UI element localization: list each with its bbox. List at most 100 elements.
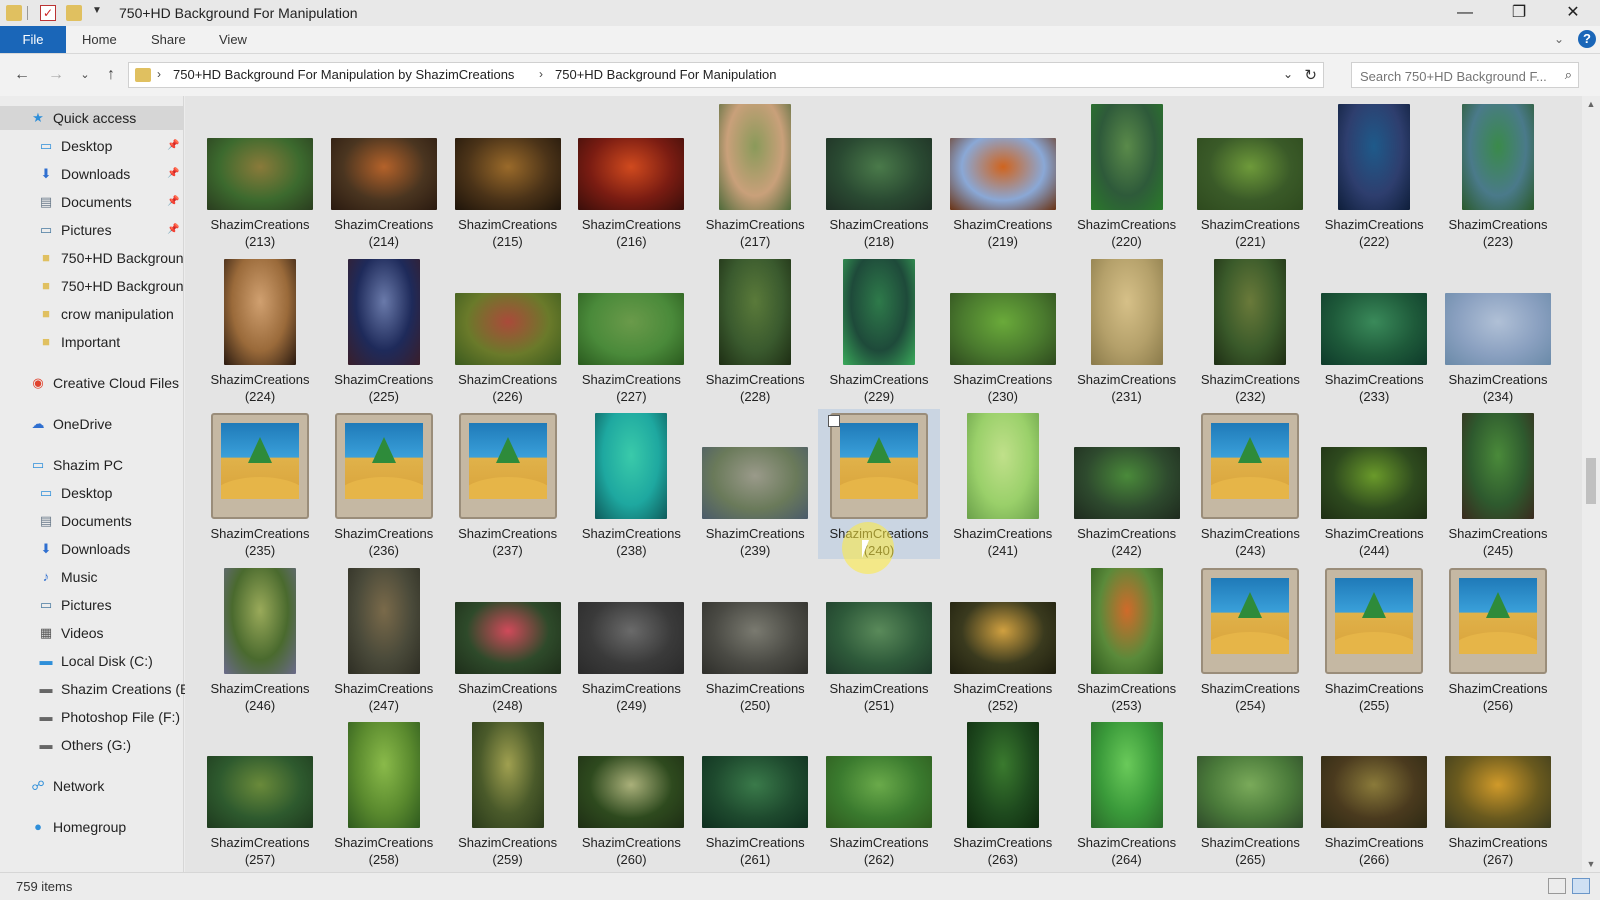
file-item[interactable]: ShazimCreations (217) [694, 100, 816, 250]
tab-file[interactable]: File [0, 26, 66, 53]
nav-item-music[interactable]: ♪ Music [0, 565, 184, 589]
file-item[interactable]: ShazimCreations (255) [1313, 564, 1435, 714]
nav-item-desktop[interactable]: ▭ Desktop 📌 [0, 134, 184, 158]
nav-item-crow-manipulation[interactable]: ■ crow manipulation [0, 302, 184, 326]
file-item[interactable]: ShazimCreations (218) [818, 100, 940, 250]
file-item[interactable]: ShazimCreations (220) [1066, 100, 1188, 250]
file-item[interactable]: ShazimCreations (239) [694, 409, 816, 559]
pin-icon[interactable]: 📌 [167, 224, 179, 235]
properties-icon[interactable]: ✓ [40, 5, 56, 21]
help-icon[interactable]: ? [1578, 30, 1596, 48]
scroll-down-icon[interactable]: ▼ [1582, 856, 1600, 872]
nav-item-desktop[interactable]: ▭ Desktop [0, 481, 184, 505]
large-icons-view-icon[interactable] [1572, 878, 1590, 894]
file-item[interactable]: ShazimCreations (253) [1066, 564, 1188, 714]
file-item[interactable]: ShazimCreations (228) [694, 255, 816, 405]
file-item[interactable]: ShazimCreations (225) [323, 255, 445, 405]
minimize-button[interactable]: — [1442, 0, 1488, 26]
search-box[interactable]: ⌕ [1351, 62, 1579, 88]
file-item[interactable]: ShazimCreations (256) [1437, 564, 1559, 714]
file-item[interactable]: ShazimCreations (238) [570, 409, 692, 559]
up-arrow-icon[interactable]: ↑ [101, 65, 121, 85]
file-item[interactable]: ShazimCreations (224) [199, 255, 321, 405]
file-item[interactable]: ShazimCreations (236) [323, 409, 445, 559]
breadcrumb-parent[interactable]: 750+HD Background For Manipulation by Sh… [173, 67, 514, 82]
file-item[interactable]: ShazimCreations (247) [323, 564, 445, 714]
pin-icon[interactable]: 📌 [167, 140, 179, 151]
recent-locations-chevron-icon[interactable]: ⌄ [75, 65, 95, 85]
file-item[interactable]: ShazimCreations (229) [818, 255, 940, 405]
file-item[interactable]: ShazimCreations (264) [1066, 718, 1188, 868]
expand-ribbon-chevron-icon[interactable]: ⌄ [1554, 32, 1564, 46]
file-item[interactable]: ShazimCreations (232) [1189, 255, 1311, 405]
nav-item-downloads[interactable]: ⬇ Downloads 📌 [0, 162, 184, 186]
details-view-icon[interactable] [1548, 878, 1566, 894]
file-item[interactable]: ShazimCreations (222) [1313, 100, 1435, 250]
address-bar[interactable]: › 750+HD Background For Manipulation by … [128, 62, 1324, 88]
nav-item-photoshop-file-f[interactable]: ▬ Photoshop File (F:) [0, 705, 184, 729]
file-item[interactable]: ShazimCreations (265) [1189, 718, 1311, 868]
file-item[interactable]: ShazimCreations (251) [818, 564, 940, 714]
nav-item-shazim-pc[interactable]: ▭ Shazim PC [0, 453, 184, 477]
nav-item-quick-access[interactable]: ★ Quick access [0, 106, 184, 130]
scrollbar-thumb[interactable] [1586, 458, 1596, 504]
quick-access-toolbar-dropdown-icon[interactable]: ▼ [92, 5, 102, 16]
tab-share[interactable]: Share [141, 26, 196, 53]
tab-home[interactable]: Home [72, 26, 127, 53]
file-item[interactable]: ShazimCreations (213) [199, 100, 321, 250]
address-dropdown-chevron-icon[interactable]: ⌄ [1283, 67, 1293, 81]
refresh-icon[interactable]: ↻ [1304, 66, 1317, 84]
file-item[interactable]: ShazimCreations (215) [447, 100, 569, 250]
file-item[interactable]: ShazimCreations (230) [942, 255, 1064, 405]
file-item[interactable]: ShazimCreations (263) [942, 718, 1064, 868]
file-item[interactable]: ShazimCreations (223) [1437, 100, 1559, 250]
nav-item-shazim-creations-e[interactable]: ▬ Shazim Creations (E [0, 677, 190, 701]
file-item[interactable]: ShazimCreations (252) [942, 564, 1064, 714]
file-item[interactable]: ShazimCreations (235) [199, 409, 321, 559]
pin-icon[interactable]: 📌 [167, 196, 179, 207]
file-item[interactable]: ShazimCreations (233) [1313, 255, 1435, 405]
nav-item-750-hd-backgroun[interactable]: ■ 750+HD Backgroun [0, 246, 184, 270]
file-item[interactable]: ShazimCreations (258) [323, 718, 445, 868]
file-item[interactable]: ShazimCreations (227) [570, 255, 692, 405]
file-item[interactable]: ShazimCreations (226) [447, 255, 569, 405]
file-item[interactable]: ShazimCreations (246) [199, 564, 321, 714]
restore-button[interactable]: ❐ [1496, 0, 1542, 26]
nav-item-documents[interactable]: ▤ Documents 📌 [0, 190, 184, 214]
nav-item-important[interactable]: ■ Important [0, 330, 184, 354]
nav-item-network[interactable]: ☍ Network [0, 774, 184, 798]
breadcrumb-separator-icon[interactable]: › [157, 67, 161, 81]
file-item[interactable]: ShazimCreations (267) [1437, 718, 1559, 868]
new-folder-icon[interactable] [66, 5, 82, 21]
file-item[interactable]: ShazimCreations (254) [1189, 564, 1311, 714]
file-item[interactable]: ShazimCreations (266) [1313, 718, 1435, 868]
file-item[interactable]: ShazimCreations (237) [447, 409, 569, 559]
scroll-up-icon[interactable]: ▲ [1582, 96, 1600, 112]
nav-item-750-hd-backgroun[interactable]: ■ 750+HD Backgroun [0, 274, 184, 298]
file-item[interactable]: ShazimCreations (244) [1313, 409, 1435, 559]
file-item[interactable]: ShazimCreations (262) [818, 718, 940, 868]
tab-view[interactable]: View [209, 26, 257, 53]
nav-item-local-disk-c[interactable]: ▬ Local Disk (C:) [0, 649, 184, 673]
search-input[interactable] [1358, 66, 1552, 86]
nav-item-homegroup[interactable]: ● Homegroup [0, 815, 184, 839]
breadcrumb-separator-icon[interactable]: › [539, 67, 543, 81]
file-item[interactable]: ShazimCreations (245) [1437, 409, 1559, 559]
file-item[interactable]: ShazimCreations (242) [1066, 409, 1188, 559]
file-item[interactable]: ShazimCreations (250) [694, 564, 816, 714]
nav-item-videos[interactable]: ▦ Videos [0, 621, 184, 645]
file-item[interactable]: ShazimCreations (248) [447, 564, 569, 714]
file-item[interactable]: ShazimCreations (261) [694, 718, 816, 868]
pin-icon[interactable]: 📌 [167, 168, 179, 179]
file-item[interactable]: ShazimCreations (231) [1066, 255, 1188, 405]
file-item[interactable]: ShazimCreations (257) [199, 718, 321, 868]
file-item[interactable]: ShazimCreations (249) [570, 564, 692, 714]
file-item[interactable]: ShazimCreations (243) [1189, 409, 1311, 559]
back-arrow-icon[interactable]: ← [12, 65, 32, 85]
nav-item-creative-cloud-files[interactable]: ◉ Creative Cloud Files [0, 371, 184, 395]
file-item[interactable]: ShazimCreations (214) [323, 100, 445, 250]
nav-item-downloads[interactable]: ⬇ Downloads [0, 537, 184, 561]
nav-item-pictures[interactable]: ▭ Pictures [0, 593, 184, 617]
close-button[interactable]: ✕ [1550, 0, 1596, 26]
nav-item-pictures[interactable]: ▭ Pictures 📌 [0, 218, 184, 242]
